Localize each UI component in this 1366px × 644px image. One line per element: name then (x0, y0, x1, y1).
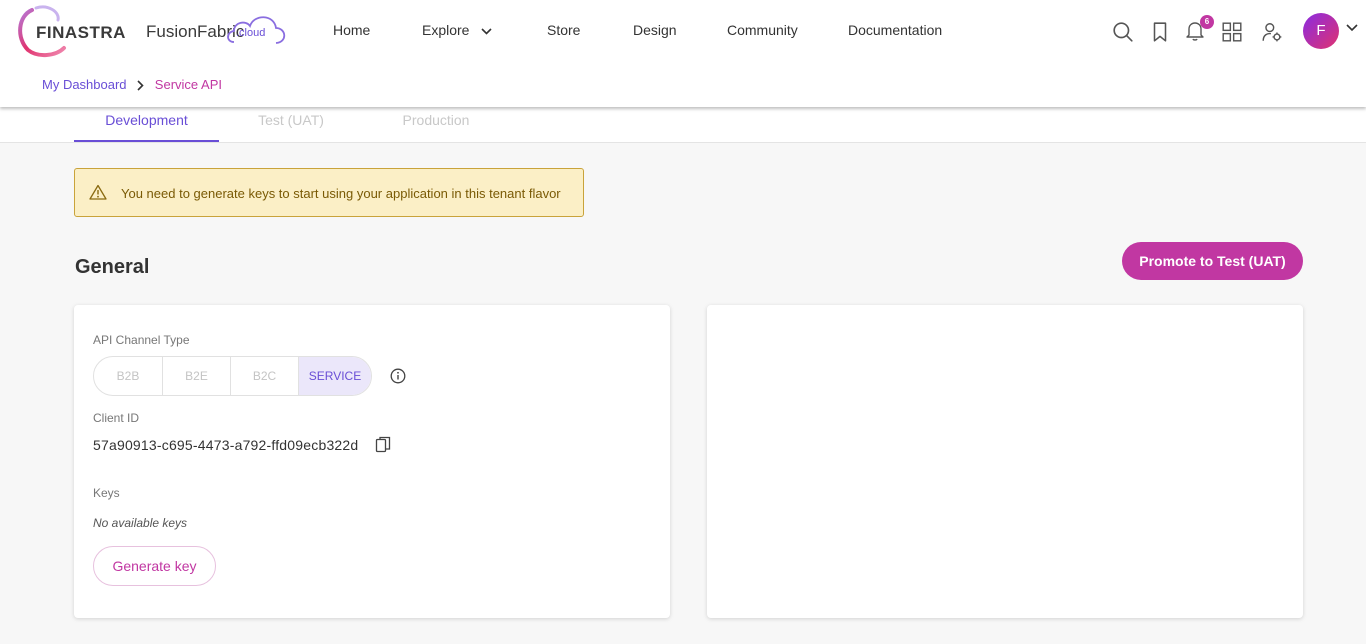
channel-option-service[interactable]: SERVICE (299, 357, 371, 395)
tab-test-uat[interactable]: Test (UAT) (230, 112, 352, 142)
user-avatar[interactable]: F (1303, 13, 1339, 49)
info-icon[interactable] (390, 368, 406, 384)
nav-documentation[interactable]: Documentation (848, 22, 942, 38)
client-id-label: Client ID (93, 411, 140, 425)
generate-key-button[interactable]: Generate key (93, 546, 216, 586)
channel-option-b2c[interactable]: B2C (231, 357, 299, 395)
environment-tabs: Development Test (UAT) Production (0, 107, 1366, 143)
apps-icon[interactable] (1221, 21, 1243, 43)
breadcrumb: My Dashboard Service API (42, 77, 222, 92)
finastra-wordmark: FINASTRA (36, 23, 126, 42)
bookmark-icon[interactable] (1149, 21, 1171, 43)
section-title: General (75, 256, 150, 278)
user-settings-icon[interactable] (1261, 21, 1283, 43)
tab-production[interactable]: Production (380, 112, 492, 142)
nav-explore-label: Explore (422, 22, 470, 38)
api-channel-type-label: API Channel Type (93, 333, 190, 347)
nav-design[interactable]: Design (633, 22, 677, 38)
channel-option-b2e[interactable]: B2E (163, 357, 231, 395)
cloud-suffix: .cloud (236, 27, 266, 39)
nav-store[interactable]: Store (547, 22, 580, 38)
breadcrumb-current: Service API (154, 77, 222, 92)
alert-message: You need to generate keys to start using… (121, 186, 561, 201)
top-header: FINASTRA FusionFabric .cloud Home Explor… (0, 0, 1366, 107)
finastra-logo[interactable]: FINASTRA (14, 4, 134, 60)
nav-community[interactable]: Community (727, 22, 798, 38)
channel-option-b2b[interactable]: B2B (94, 357, 163, 395)
warning-alert: You need to generate keys to start using… (74, 168, 584, 217)
notification-badge: 6 (1200, 15, 1214, 29)
api-channel-selector: B2B B2E B2C SERVICE (93, 356, 372, 396)
search-icon[interactable] (1112, 21, 1134, 43)
nav-explore[interactable]: Explore (422, 22, 492, 38)
promote-to-test-button[interactable]: Promote to Test (UAT) (1122, 242, 1303, 280)
warning-icon (89, 184, 107, 200)
chevron-down-icon (481, 28, 492, 35)
tab-development[interactable]: Development (74, 112, 219, 142)
general-card: API Channel Type B2B B2E B2C SERVICE Cli… (74, 305, 670, 618)
client-id-value: 57a90913-c695-4473-a792-ffd09ecb322d (93, 437, 359, 453)
no-keys-text: No available keys (93, 516, 188, 530)
nav-home[interactable]: Home (333, 22, 370, 38)
chevron-right-icon (137, 80, 144, 91)
copy-icon[interactable] (375, 436, 391, 454)
breadcrumb-my-dashboard[interactable]: My Dashboard (42, 77, 127, 92)
fusionfabric-logo[interactable]: FusionFabric .cloud (146, 12, 296, 52)
chevron-down-icon[interactable] (1346, 24, 1358, 32)
keys-label: Keys (93, 486, 120, 500)
empty-card (707, 305, 1303, 618)
